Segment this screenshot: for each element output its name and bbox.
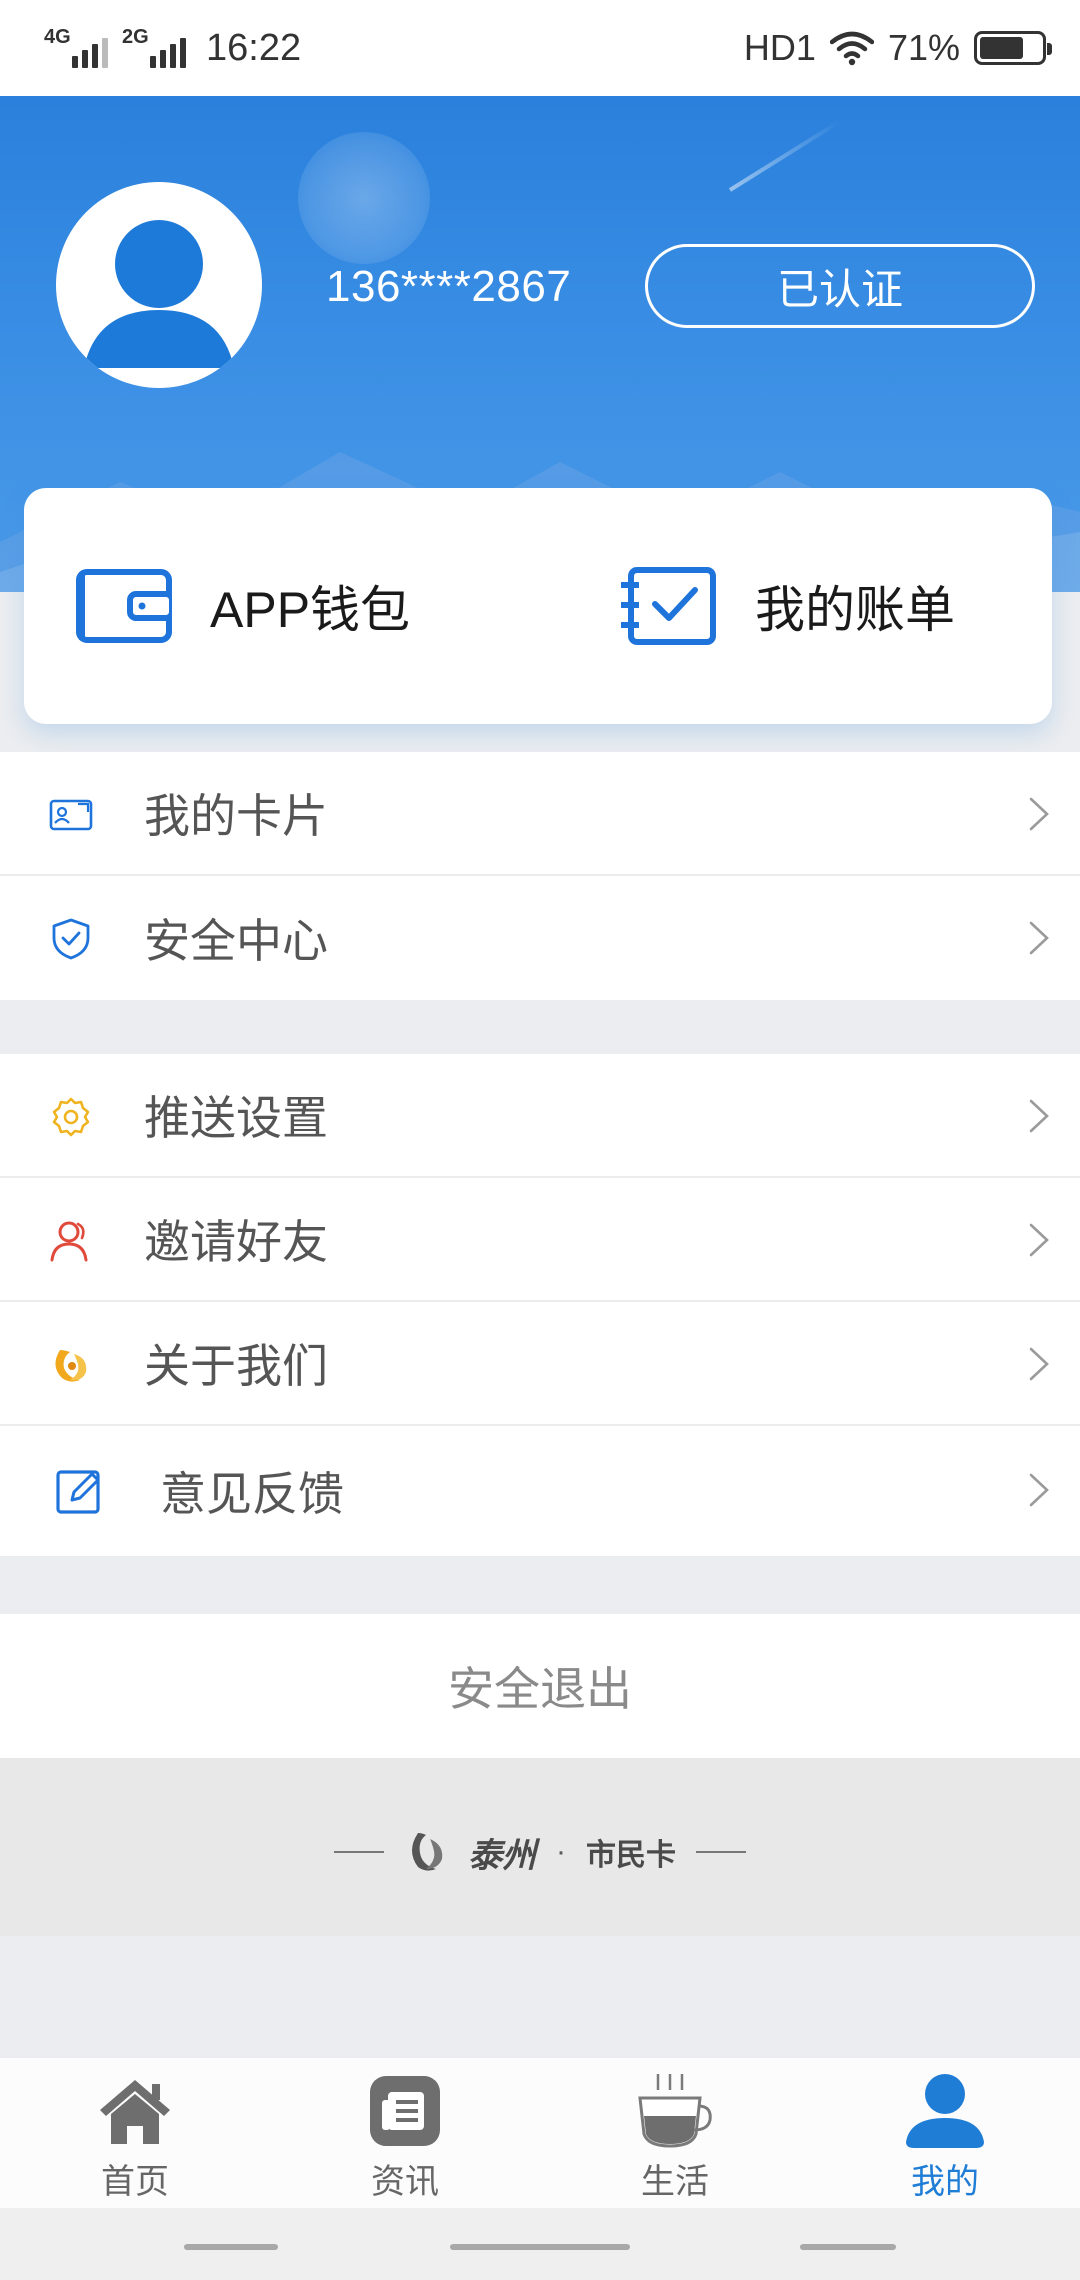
battery-percent: 71%: [887, 27, 960, 68]
nav-home-button[interactable]: [450, 2244, 630, 2250]
network-type-label: 4G: [44, 26, 71, 48]
brand-name: 泰州: [468, 1835, 536, 1876]
signal-4g-icon: 4G: [44, 26, 108, 68]
menu-item-feedback[interactable]: 意见反馈: [0, 1426, 1080, 1556]
status-right: HD1 71%: [743, 22, 1052, 74]
wifi-icon: [829, 31, 874, 66]
meteor-decoration: [728, 119, 842, 192]
phoenix-logo-icon: [55, 1350, 87, 1382]
moon-decoration: [298, 132, 430, 264]
tab-news[interactable]: 资讯: [270, 2058, 540, 2208]
hd-indicator: HD1: [743, 27, 816, 68]
divider: [696, 1851, 746, 1853]
chevron-right-icon: [1029, 1347, 1049, 1381]
menu-item-my-cards[interactable]: 我的卡片: [0, 752, 1080, 876]
app-wallet-entry[interactable]: APP钱包: [24, 488, 511, 724]
shield-check-icon: [52, 918, 90, 960]
chevron-right-icon: [1029, 1099, 1049, 1133]
bill-check-icon: [621, 567, 716, 645]
nav-menu-button[interactable]: [184, 2244, 278, 2250]
tab-life[interactable]: 生活: [540, 2058, 810, 2208]
chevron-right-icon: [1029, 921, 1049, 955]
status-bar: 4G 2G 16:22 HD1 71%: [0, 0, 1080, 96]
tab-label: 首页: [101, 2163, 169, 2201]
brand-footer: 泰州 · 市民卡: [0, 1822, 1080, 1882]
logout-button[interactable]: 安全退出: [0, 1614, 1080, 1758]
coffee-cup-icon: [638, 2074, 712, 2148]
tab-label: 生活: [641, 2163, 709, 2201]
menu-item-invite-friends[interactable]: 邀请好友: [0, 1178, 1080, 1302]
signal-group: 4G 2G 16:22: [44, 22, 301, 74]
home-icon: [100, 2080, 170, 2144]
gear-icon: [52, 1097, 90, 1137]
wallet-card: APP钱包 我的账单: [24, 488, 1052, 724]
tab-home[interactable]: 首页: [0, 2058, 270, 2208]
menu-label: 我的卡片: [144, 790, 328, 842]
divider: [334, 1851, 384, 1853]
my-bill-label: 我的账单: [755, 582, 955, 638]
status-time: 16:22: [206, 26, 302, 69]
brand-dot: ·: [556, 1835, 566, 1868]
menu-group-account: 我的卡片 安全中心: [0, 752, 1080, 1000]
menu-label: 安全中心: [144, 915, 328, 967]
tab-label: 我的: [911, 2163, 979, 2201]
network-type-label: 2G: [122, 26, 149, 48]
menu-item-about-us[interactable]: 关于我们: [0, 1302, 1080, 1426]
user-outline-icon: [50, 1221, 88, 1262]
edit-icon: [56, 1470, 100, 1514]
avatar-user-icon: [84, 220, 234, 368]
user-icon: [906, 2074, 984, 2148]
system-nav-bar: [0, 2208, 1080, 2280]
nav-back-button[interactable]: [800, 2244, 896, 2250]
menu-label: 推送设置: [144, 1092, 328, 1144]
menu-label: 关于我们: [144, 1340, 328, 1392]
verified-button[interactable]: 已认证: [645, 244, 1035, 328]
my-bill-entry[interactable]: 我的账单: [511, 488, 1052, 724]
battery-icon: [974, 31, 1052, 65]
menu-item-security-center[interactable]: 安全中心: [0, 876, 1080, 1000]
tab-mine[interactable]: 我的: [810, 2058, 1080, 2208]
news-icon: [370, 2076, 440, 2146]
menu-label: 意见反馈: [160, 1468, 344, 1520]
menu-item-push-settings[interactable]: 推送设置: [0, 1054, 1080, 1178]
chevron-right-icon: [1029, 1473, 1049, 1507]
phone-number: 136****2867: [326, 262, 572, 311]
chevron-right-icon: [1029, 1223, 1049, 1257]
id-card-icon: [49, 799, 93, 831]
brand-sub: 市民卡: [586, 1839, 676, 1872]
tab-label: 资讯: [371, 2163, 439, 2201]
phoenix-logo-icon: [412, 1833, 443, 1871]
signal-2g-icon: 2G: [122, 26, 186, 68]
chevron-right-icon: [1029, 797, 1049, 831]
menu-label: 邀请好友: [144, 1216, 328, 1268]
avatar[interactable]: [56, 182, 262, 388]
app-wallet-label: APP钱包: [210, 582, 411, 638]
wallet-icon: [76, 569, 172, 643]
bottom-tab-bar: 首页 资讯 生活 我的: [0, 2058, 1080, 2208]
menu-group-settings: 推送设置 邀请好友 关于我们 意见反馈: [0, 1054, 1080, 1556]
